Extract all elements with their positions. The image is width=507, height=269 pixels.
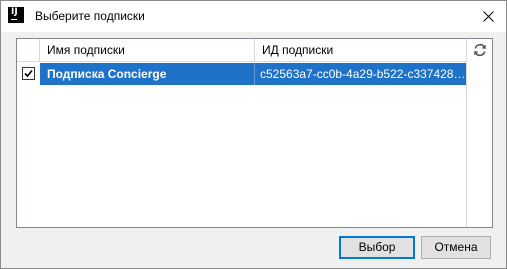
select-button[interactable]: Выбор [339, 236, 415, 259]
cancel-button[interactable]: Отмена [421, 236, 491, 259]
refresh-button[interactable] [472, 42, 488, 58]
column-header-checkbox[interactable] [17, 39, 40, 61]
dialog-title: Выберите подписки [35, 9, 145, 23]
subscription-id-cell[interactable]: c52563a7-cc0b-4a29-b522-c33742831... [255, 63, 466, 85]
table-row[interactable]: Подписка Concierge c52563a7-cc0b-4a29-b5… [17, 63, 466, 85]
row-checkbox-cell [17, 63, 40, 85]
refresh-icon [474, 43, 486, 57]
checkmark-icon [24, 69, 33, 78]
close-icon [483, 11, 494, 22]
select-subscriptions-dialog: IJ Выберите подписки Имя подписки ИД под… [0, 0, 507, 269]
close-button[interactable] [472, 1, 506, 32]
column-header-subscription-id[interactable]: ИД подписки [255, 39, 466, 61]
intellij-idea-icon: IJ [8, 7, 24, 23]
title-bar: IJ Выберите подписки [1, 1, 506, 32]
subscription-checkbox[interactable] [22, 67, 35, 80]
subscription-name-cell[interactable]: Подписка Concierge [40, 63, 255, 85]
subscriptions-panel: Имя подписки ИД подписки Подписка Concie… [16, 38, 493, 228]
subscriptions-table: Имя подписки ИД подписки Подписка Concie… [17, 39, 467, 227]
table-header: Имя подписки ИД подписки [17, 39, 466, 62]
column-header-subscription-name[interactable]: Имя подписки [40, 39, 255, 61]
